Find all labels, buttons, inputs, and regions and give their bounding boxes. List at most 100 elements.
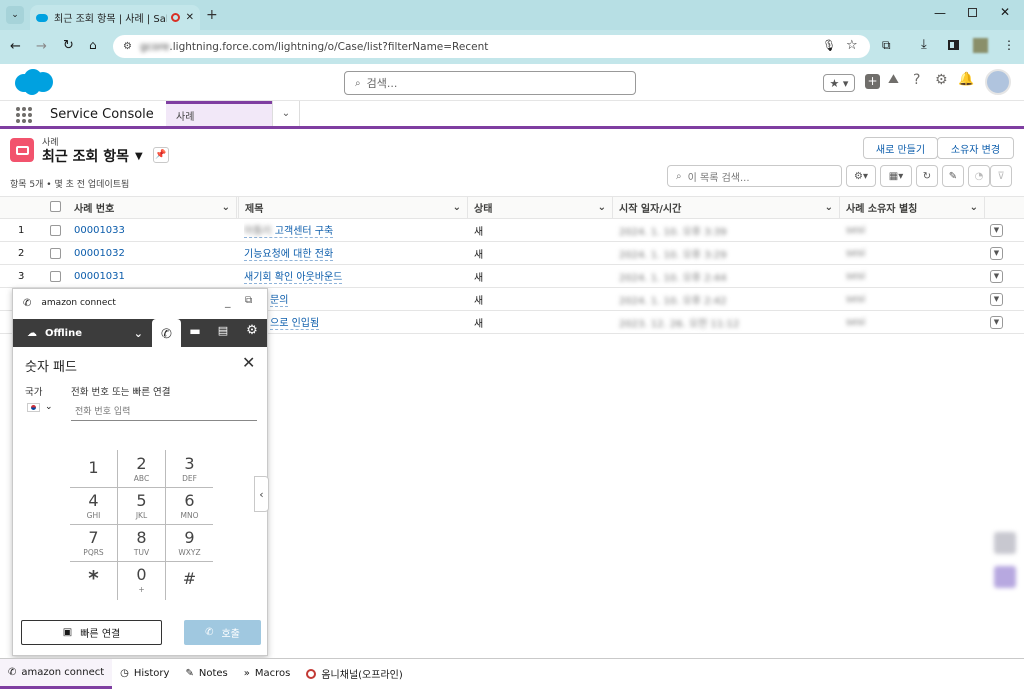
row-actions-button[interactable]: ▼	[990, 288, 1003, 310]
utility-item-omni-channel[interactable]: 옴니채널(오프라인)	[298, 659, 410, 689]
row-actions-button[interactable]: ▼	[990, 311, 1003, 333]
settings-gear-icon[interactable]: ⚙	[241, 323, 263, 338]
dialpad-key-0[interactable]: 0 +	[118, 561, 165, 598]
sidepanel-icon[interactable]	[948, 40, 959, 50]
dialpad-key-4[interactable]: 4 GHI	[70, 487, 117, 524]
column-header-owner-alias[interactable]: 사례 소유자 별칭 ⌄	[840, 196, 985, 219]
subject-link[interactable]: 아톰리 고객센터 구축	[244, 219, 334, 241]
back-button[interactable]: ←	[10, 39, 21, 54]
dialpad-key-8[interactable]: 8 TUV	[118, 524, 165, 561]
subject-link[interactable]: 새기회 확인 아웃바운드	[244, 265, 343, 287]
notifications-bell-icon[interactable]: 🔔	[958, 72, 974, 87]
dialpad-key-6[interactable]: 6 MNO	[166, 487, 213, 524]
edit-list-button[interactable]: ✎	[942, 165, 964, 187]
app-launcher-icon[interactable]	[16, 107, 32, 123]
help-icon[interactable]: ?	[913, 72, 920, 88]
dialpad-key-1[interactable]: 1	[70, 450, 117, 487]
dialpad-key-2[interactable]: 2 ABC	[118, 450, 165, 487]
browser-menu-icon[interactable]: ⋮	[1003, 38, 1015, 52]
refresh-button[interactable]: ↻	[916, 165, 938, 187]
workspace-tab-cases[interactable]: 사례	[166, 101, 272, 126]
case-number-link[interactable]: 00001032	[74, 242, 125, 264]
minimize-window-button[interactable]: —	[934, 6, 946, 20]
global-search-input[interactable]: ⌕ 검색...	[344, 71, 636, 95]
case-number-link[interactable]: 00001031	[74, 265, 125, 287]
address-bar[interactable]: ⚙ gcore .lightning.force.com/lightning/o…	[113, 35, 870, 58]
dialpad-key-hash[interactable]: #	[166, 561, 213, 598]
new-tab-button[interactable]: +	[206, 7, 218, 23]
call-button[interactable]: ✆ 호출	[184, 620, 261, 645]
dialpad-key-7[interactable]: 7 PQRS	[70, 524, 117, 561]
forward-button[interactable]: →	[36, 39, 47, 54]
floating-widget[interactable]	[994, 566, 1016, 588]
row-checkbox[interactable]	[50, 265, 61, 287]
setup-gear-icon[interactable]: ⚙	[935, 72, 948, 88]
close-dialpad-icon[interactable]: ✕	[242, 353, 255, 372]
salesforce-logo[interactable]	[12, 68, 54, 96]
display-as-table-button[interactable]: ▦▾	[880, 165, 912, 187]
subject-link[interactable]: 문의	[270, 288, 289, 310]
reload-button[interactable]: ↻	[63, 38, 74, 53]
change-owner-button[interactable]: 소유자 변경	[937, 137, 1014, 159]
favorites-button[interactable]: ★ ▾	[823, 74, 855, 92]
list-search-input[interactable]: ⌕ 이 목록 검색...	[667, 165, 842, 187]
column-header-case-number[interactable]: 사례 번호 ⌄	[70, 196, 237, 219]
tab-close-icon[interactable]: ✕	[186, 12, 194, 23]
utility-item-amazon-connect[interactable]: ✆ amazon connect	[0, 658, 113, 689]
agent-status-dropdown[interactable]: ☁ Offline ⌄	[13, 319, 151, 347]
row-checkbox[interactable]	[50, 242, 61, 264]
user-avatar[interactable]	[985, 69, 1011, 95]
mic-icon[interactable]: 🎙	[822, 39, 836, 52]
maximize-window-button[interactable]	[968, 8, 977, 17]
popout-icon[interactable]: ⧉	[245, 295, 252, 306]
utility-item-macros[interactable]: » Macros	[236, 659, 299, 689]
home-button[interactable]: ⌂	[89, 38, 97, 52]
global-actions-icon[interactable]: +	[865, 74, 880, 89]
minimize-panel-button[interactable]: _	[225, 295, 231, 308]
phone-number-input[interactable]: 전화 번호 입력	[71, 401, 257, 421]
list-settings-button[interactable]: ⚙▾	[846, 165, 876, 187]
column-header-opened-date[interactable]: 시작 일자/시간 ⌄	[613, 196, 840, 219]
subject-link[interactable]: 으로 인입됨	[270, 311, 320, 333]
nav-menu-chevron-down-icon[interactable]: ⌄	[272, 101, 300, 126]
download-icon[interactable]: ⤓	[921, 37, 927, 52]
dialpad-key-star[interactable]: *	[70, 561, 117, 598]
dialpad-key-9[interactable]: 9 WXYZ	[166, 524, 213, 561]
list-view-picker-icon[interactable]: ▼	[135, 151, 143, 162]
collapse-panel-tab[interactable]: ‹	[254, 476, 269, 512]
column-header-status[interactable]: 상태 ⌄	[468, 196, 613, 219]
bookmark-star-icon[interactable]: ☆	[846, 38, 858, 53]
clipboard-tab-icon[interactable]: ▤	[211, 324, 235, 337]
browser-tab[interactable]: 최근 조회 항목 | 사례 | Sale ✕	[30, 5, 200, 30]
row-checkbox[interactable]	[50, 219, 61, 241]
dialpad-key-3[interactable]: 3 DEF	[166, 450, 213, 487]
quick-connect-button[interactable]: ▣ 빠른 연결	[21, 620, 162, 645]
list-view-title[interactable]: 최근 조회 항목 ▼	[42, 146, 143, 166]
floating-widget[interactable]	[994, 532, 1016, 554]
extensions-icon[interactable]: ⧉	[882, 38, 891, 53]
country-selector[interactable]: ⌄	[27, 402, 53, 412]
chevron-down-icon[interactable]: ⌄	[970, 202, 978, 213]
select-all-checkbox[interactable]	[50, 201, 61, 212]
tab-search-button[interactable]: ⌄	[6, 6, 24, 24]
chart-button[interactable]: ◔	[968, 165, 990, 187]
row-actions-button[interactable]: ▼	[990, 242, 1003, 264]
row-actions-button[interactable]: ▼	[990, 265, 1003, 287]
utility-item-notes[interactable]: ✎ Notes	[177, 659, 235, 689]
chevron-down-icon[interactable]: ⌄	[598, 202, 606, 213]
profile-avatar[interactable]	[973, 38, 988, 53]
subject-link[interactable]: 기능요청에 대한 전화	[244, 242, 334, 264]
chevron-down-icon[interactable]: ⌄	[222, 202, 230, 213]
close-window-button[interactable]: ✕	[1000, 5, 1010, 19]
chevron-down-icon[interactable]: ⌄	[453, 202, 461, 213]
new-button[interactable]: 새로 만들기	[863, 137, 938, 159]
pin-list-button[interactable]: 📌	[153, 147, 169, 163]
filter-button[interactable]: ⊽	[990, 165, 1012, 187]
dialpad-key-5[interactable]: 5 JKL	[118, 487, 165, 524]
case-number-link[interactable]: 00001033	[74, 219, 125, 241]
utility-item-history[interactable]: ◷ History	[112, 659, 177, 689]
site-settings-icon[interactable]: ⚙	[123, 41, 132, 52]
dialpad-tab[interactable]: ✆	[152, 319, 181, 349]
column-header-subject[interactable]: 제목 ⌄	[238, 196, 468, 219]
trailhead-icon[interactable]: ⛰	[888, 72, 899, 87]
